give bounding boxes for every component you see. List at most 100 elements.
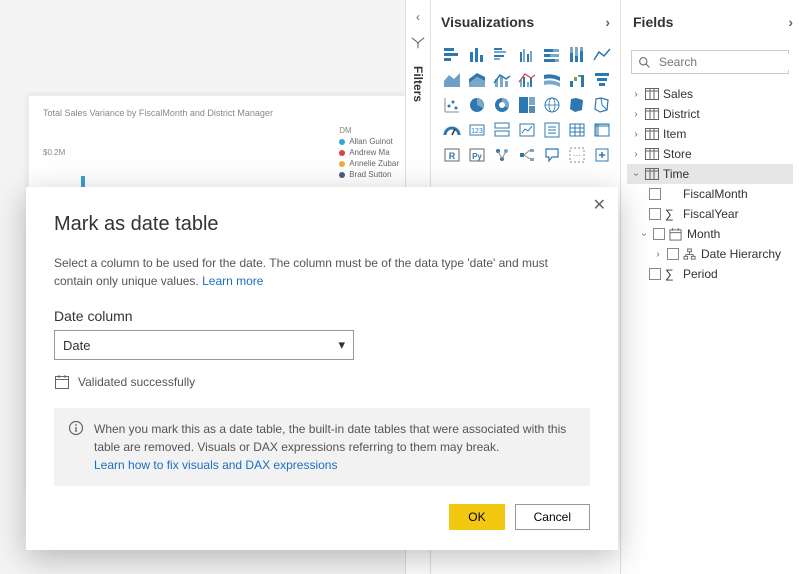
custom-visual-icon[interactable]: ⋯ [566,144,588,166]
clustered-bar-icon[interactable] [491,44,513,66]
field-fiscalmonth[interactable]: FiscalMonth [627,184,793,204]
line-clustered-column-icon[interactable] [516,69,538,91]
table-time[interactable]: › Time [627,164,793,184]
stacked-bar-100-icon[interactable] [541,44,563,66]
field-month-group[interactable]: › Month [627,224,793,244]
stacked-column-100-icon[interactable] [566,44,588,66]
stacked-bar-icon[interactable] [441,44,463,66]
stacked-column-icon[interactable] [466,44,488,66]
ok-button[interactable]: OK [449,504,504,530]
y-axis-label: $0.2M [43,148,65,157]
card-icon[interactable]: 123 [466,119,488,141]
clustered-column-icon[interactable] [516,44,538,66]
field-date-hierarchy[interactable]: › Date Hierarchy [627,244,793,264]
table-store[interactable]: › Store [627,144,793,164]
python-visual-icon[interactable]: Py [466,144,488,166]
field-checkbox[interactable] [649,268,661,280]
field-label: Date Hierarchy [701,247,781,261]
key-influencers-icon[interactable] [491,144,513,166]
line-column-icon[interactable] [491,69,513,91]
cancel-button[interactable]: Cancel [515,504,590,530]
legend-entry: Andrew Ma [349,148,389,157]
close-icon[interactable]: ✕ [593,195,606,215]
table-label: Sales [663,87,693,101]
svg-text:R: R [449,151,456,161]
decomposition-tree-icon[interactable] [516,144,538,166]
area-chart-icon[interactable] [441,69,463,91]
ribbon-icon[interactable] [541,69,563,91]
chevron-right-icon: › [631,149,641,160]
search-input[interactable] [657,54,799,70]
pie-icon[interactable] [466,94,488,116]
scatter-icon[interactable] [441,94,463,116]
r-visual-icon[interactable]: R [441,144,463,166]
table-district[interactable]: › District [627,104,793,124]
filters-label: Filters [411,66,425,102]
gauge-icon[interactable] [441,119,463,141]
table-label: Item [663,127,686,141]
sigma-icon: ∑ [665,207,679,221]
filled-map-icon[interactable] [566,94,588,116]
stacked-area-icon[interactable] [466,69,488,91]
qa-visual-icon[interactable] [541,144,563,166]
dialog-description: Select a column to be used for the date.… [54,254,590,290]
expand-left-icon[interactable]: ‹ [416,10,420,24]
table-label: Store [663,147,692,161]
table-icon[interactable] [566,119,588,141]
chevron-right-icon: › [631,129,641,140]
field-label: FiscalYear [683,207,739,221]
fields-search[interactable] [631,50,789,74]
chevron-right-icon: › [631,89,641,100]
validation-status: Validated successfully [54,374,590,390]
dialog-desc-text: Select a column to be used for the date.… [54,256,548,288]
get-visuals-icon[interactable] [591,144,613,166]
collapse-right-icon[interactable]: › [605,14,610,30]
map-icon[interactable] [541,94,563,116]
field-label: Period [683,267,718,281]
donut-icon[interactable] [491,94,513,116]
table-icon [645,148,659,160]
table-icon [645,88,659,100]
fields-title: Fields [633,14,673,30]
slicer-icon[interactable] [541,119,563,141]
field-fiscalyear[interactable]: ∑ FiscalYear [627,204,793,224]
field-checkbox[interactable] [649,208,661,220]
legend-entry: Brad Sutton [349,170,391,179]
multi-row-card-icon[interactable] [491,119,513,141]
field-checkbox[interactable] [649,188,661,200]
select-value: Date [63,338,90,353]
validation-text: Validated successfully [78,375,195,389]
legend-entry: Annelie Zubar [349,159,399,168]
visual-title: Total Sales Variance by FiscalMonth and … [29,96,405,118]
info-box: When you mark this as a date table, the … [54,408,590,486]
field-label: Month [687,227,720,241]
waterfall-icon[interactable] [566,69,588,91]
funnel-icon[interactable] [591,69,613,91]
field-checkbox[interactable] [667,248,679,260]
calendar-icon [669,228,683,241]
table-label: Time [663,167,689,181]
date-column-select[interactable]: Date ▾ [54,330,354,360]
line-chart-icon[interactable] [591,44,613,66]
mark-as-date-table-dialog: ✕ Mark as date table Select a column to … [26,187,618,550]
table-sales[interactable]: › Sales [627,84,793,104]
field-period[interactable]: ∑ Period [627,264,793,284]
sigma-icon: ∑ [665,267,679,281]
chart-legend: DM Allan Guinot Andrew Ma Annelie Zubar … [339,126,399,181]
info-icon [68,420,84,474]
chevron-down-icon: › [631,169,642,179]
learn-fix-link[interactable]: Learn how to fix visuals and DAX express… [94,458,337,472]
learn-more-link[interactable]: Learn more [202,274,263,288]
collapse-right-icon[interactable]: › [788,14,793,30]
table-icon [645,128,659,140]
search-icon [638,56,651,69]
matrix-icon[interactable] [591,119,613,141]
table-item[interactable]: › Item [627,124,793,144]
shape-map-icon[interactable] [591,94,613,116]
svg-text:123: 123 [471,128,483,135]
dialog-title: Mark as date table [54,213,590,236]
treemap-icon[interactable] [516,94,538,116]
kpi-icon[interactable] [516,119,538,141]
legend-entry: Allan Guinot [349,137,393,146]
field-checkbox[interactable] [653,228,665,240]
